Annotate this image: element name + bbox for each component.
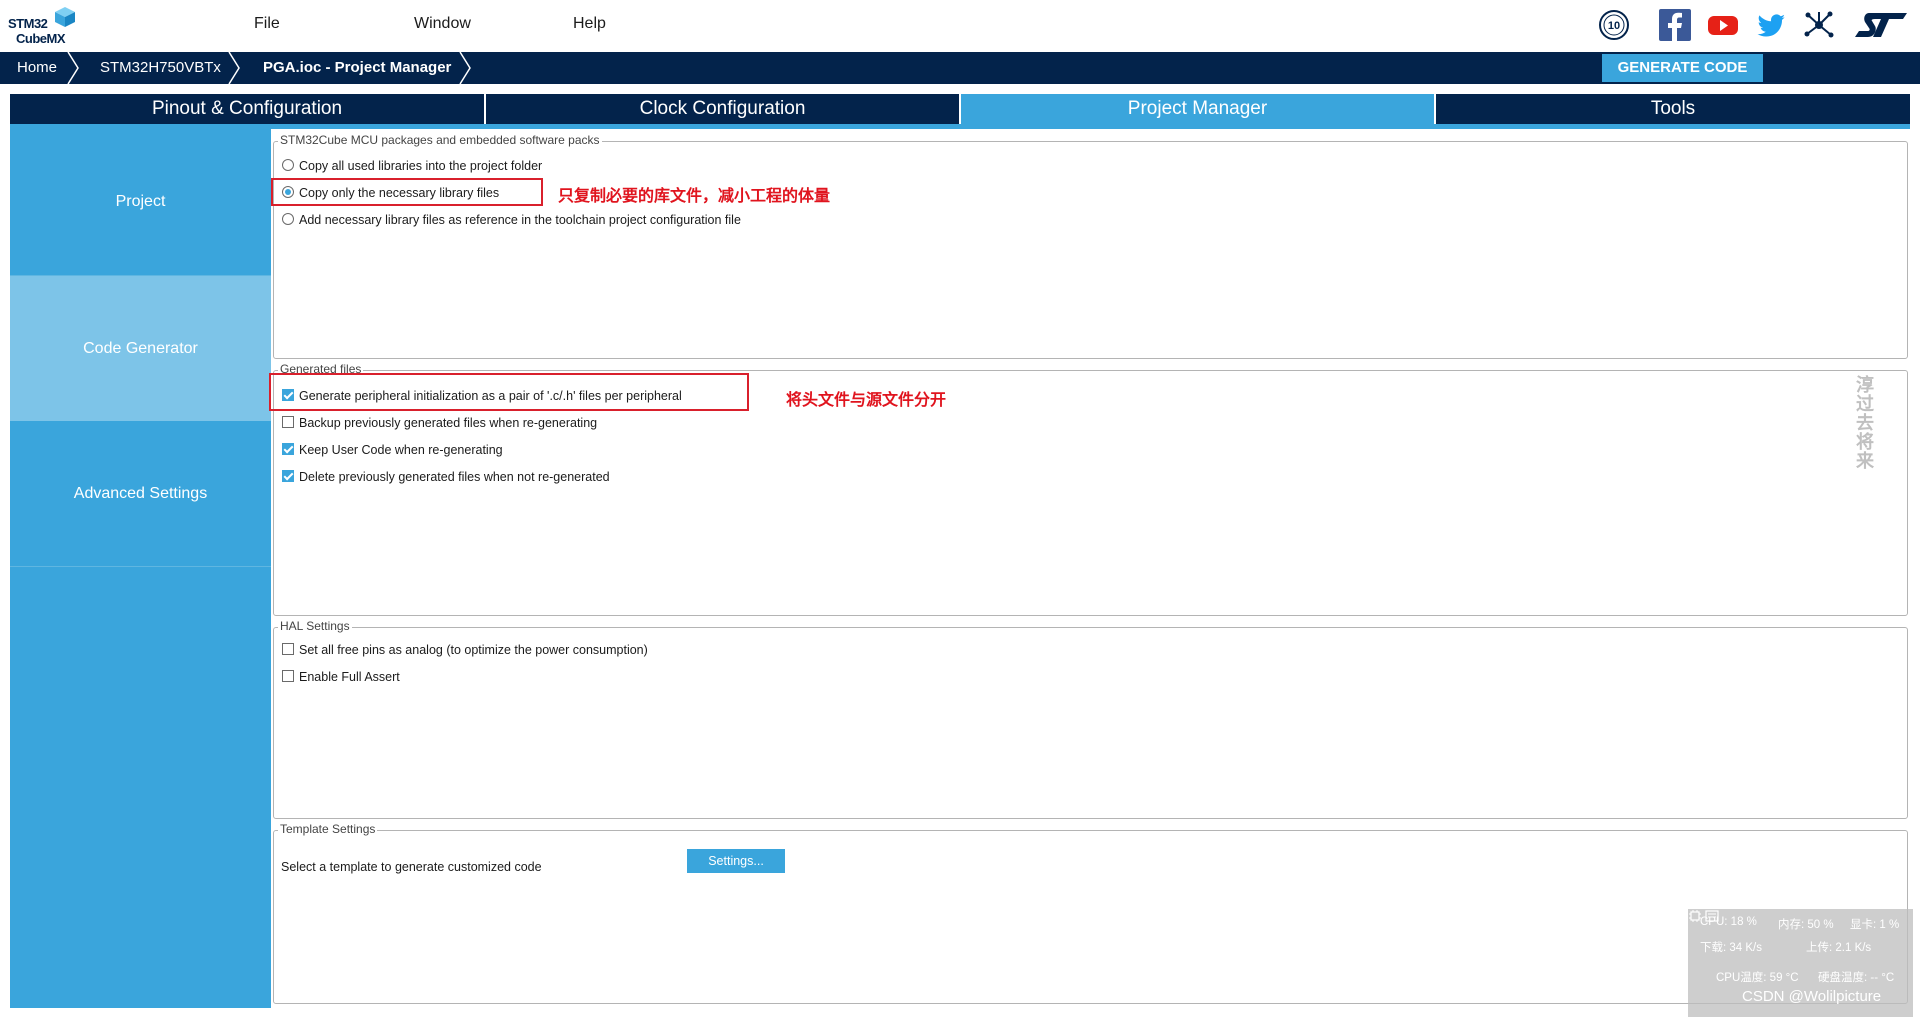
option-label: Keep User Code when re-generating: [299, 443, 503, 457]
breadcrumb-mcu[interactable]: STM32H750VBTx: [100, 52, 221, 84]
checkbox-backup-generated[interactable]: Backup previously generated files when r…: [282, 414, 597, 432]
main-tabs: Pinout & Configuration Clock Configurati…: [10, 94, 1910, 124]
tab-underline: [10, 124, 1910, 129]
template-description: Select a template to generate customized…: [281, 860, 542, 874]
sidebar: Project Code Generator Advanced Settings: [10, 129, 271, 1008]
option-label: Copy all used libraries into the project…: [299, 159, 543, 173]
side-watermark: 淳过去将来: [1856, 375, 1874, 471]
checkbox-keep-user-code[interactable]: Keep User Code when re-generating: [282, 441, 503, 459]
option-label: Set all free pins as analog (to optimize…: [299, 643, 648, 657]
youtube-icon[interactable]: [1707, 9, 1739, 41]
chevron-right-icon: [459, 52, 471, 84]
checkbox-indicator[interactable]: [282, 670, 294, 682]
download-speed: 下载: 34 K/s: [1700, 942, 1762, 954]
radio-indicator[interactable]: [282, 213, 294, 225]
tab-pinout-configuration[interactable]: Pinout & Configuration: [10, 94, 484, 124]
cpu-temperature: CPU温度: 59 °C: [1716, 972, 1799, 984]
cpu-usage: CPU: 18 %: [1700, 916, 1757, 928]
template-settings-legend: Template Settings: [278, 822, 378, 836]
option-label: Delete previously generated files when n…: [299, 470, 610, 484]
logo-line2: CubeMX: [16, 31, 66, 46]
tab-tools[interactable]: Tools: [1436, 94, 1910, 124]
settings-button[interactable]: Settings...: [687, 849, 785, 873]
checkbox-indicator[interactable]: [282, 443, 294, 455]
checkbox-delete-generated[interactable]: Delete previously generated files when n…: [282, 468, 610, 486]
radio-indicator[interactable]: [282, 159, 294, 171]
stm32cubemx-logo: STM32 CubeMX: [8, 6, 80, 48]
tab-project-manager[interactable]: Project Manager: [961, 94, 1434, 124]
sidebar-item-advanced-settings[interactable]: Advanced Settings: [10, 421, 271, 567]
chevron-right-icon: [228, 52, 240, 84]
chevron-right-icon: [67, 52, 79, 84]
annotation-note: 只复制必要的库文件，减小工程的体量: [558, 188, 831, 205]
checkbox-indicator[interactable]: [282, 416, 294, 428]
option-label: Backup previously generated files when r…: [299, 416, 598, 430]
cube-icon: [55, 7, 75, 27]
menu-file[interactable]: File: [254, 15, 280, 33]
anniversary-10-icon[interactable]: 10: [1598, 9, 1630, 41]
menu-window[interactable]: Window: [414, 15, 471, 33]
checkbox-free-pins-analog[interactable]: Set all free pins as analog (to optimize…: [282, 641, 648, 659]
logo-line1: STM32: [8, 16, 48, 31]
packages-group: STM32Cube MCU packages and embedded soft…: [273, 133, 1908, 359]
network-share-icon[interactable]: [1803, 9, 1835, 41]
generate-code-button[interactable]: GENERATE CODE: [1602, 54, 1763, 82]
memory-usage: 内存: 50 %: [1778, 919, 1834, 931]
twitter-icon[interactable]: [1755, 9, 1787, 41]
template-settings-group: Template Settings Select a template to g…: [273, 822, 1908, 1004]
radio-copy-all-libraries[interactable]: Copy all used libraries into the project…: [282, 157, 542, 175]
hal-settings-legend: HAL Settings: [278, 619, 352, 633]
tab-clock-configuration[interactable]: Clock Configuration: [486, 94, 959, 124]
disk-temperature: 硬盘温度: -- °C: [1818, 972, 1895, 984]
breadcrumb-project[interactable]: PGA.ioc - Project Manager: [263, 52, 451, 84]
csdn-watermark: CSDN @Wolilpicture: [1742, 988, 1882, 1005]
checkbox-indicator[interactable]: [282, 470, 294, 482]
radio-add-as-reference[interactable]: Add necessary library files as reference…: [282, 211, 741, 229]
divider: [10, 566, 271, 567]
option-label: Add necessary library files as reference…: [299, 213, 741, 227]
anniversary-label: 10: [1608, 20, 1620, 32]
sidebar-item-code-generator[interactable]: Code Generator: [10, 276, 271, 421]
menu-help[interactable]: Help: [573, 15, 606, 33]
highlight-box: [269, 373, 749, 411]
checkbox-indicator[interactable]: [282, 643, 294, 655]
annotation-note: 将头文件与源文件分开: [786, 392, 947, 409]
top-bar: STM32 CubeMX File Window Help 10: [0, 0, 1920, 51]
facebook-icon[interactable]: [1659, 9, 1691, 41]
sidebar-item-project[interactable]: Project: [10, 129, 271, 275]
upload-speed: 上传: 2.1 K/s: [1806, 942, 1872, 954]
gpu-usage: 显卡: 1 %: [1850, 919, 1900, 931]
packages-legend: STM32Cube MCU packages and embedded soft…: [278, 133, 602, 147]
option-label: Enable Full Assert: [299, 670, 400, 684]
checkbox-full-assert[interactable]: Enable Full Assert: [282, 668, 400, 686]
highlight-box: [271, 178, 543, 206]
hal-settings-group: HAL Settings Set all free pins as analog…: [273, 619, 1908, 819]
breadcrumb-home[interactable]: Home: [17, 52, 57, 84]
st-logo-icon[interactable]: [1851, 9, 1909, 41]
